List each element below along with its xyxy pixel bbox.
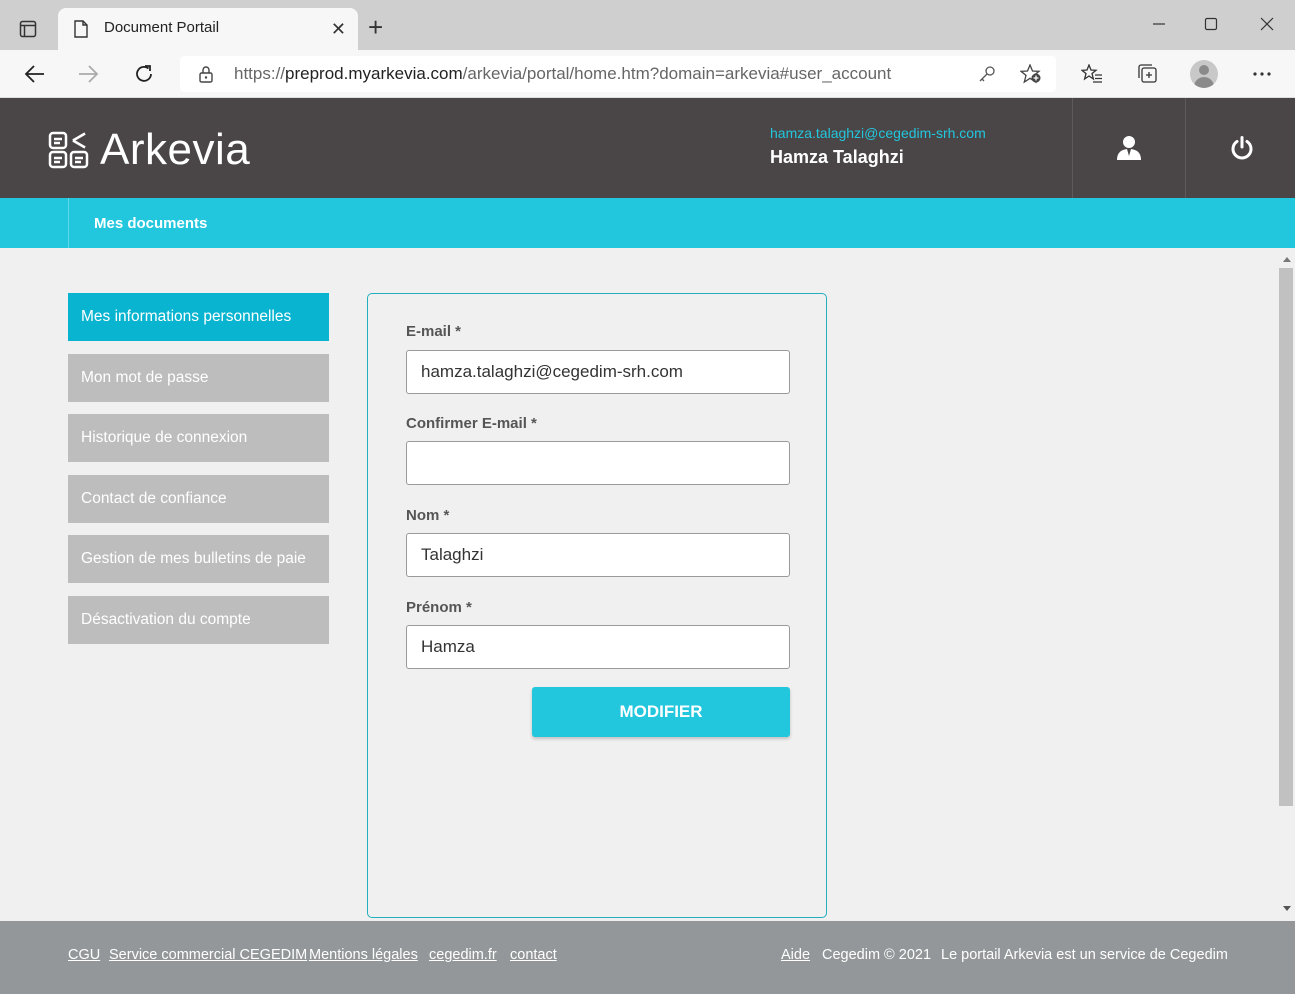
confirm-email-field[interactable]	[406, 441, 790, 485]
back-arrow-icon[interactable]	[19, 60, 49, 88]
add-favorite-icon[interactable]	[1019, 63, 1042, 89]
footer: CGU Service commercial CEGEDIM Mentions …	[0, 921, 1295, 994]
nav-item-mes-documents[interactable]: Mes documents	[94, 215, 207, 232]
email-field[interactable]	[406, 350, 790, 394]
power-icon	[1231, 136, 1253, 160]
sidebar-item-informations-personnelles[interactable]: Mes informations personnelles	[68, 293, 329, 341]
app-header: Arkevia hamza.talaghzi@cegedim-srh.com H…	[0, 98, 1295, 198]
collections-icon[interactable]	[1133, 60, 1163, 88]
browser-tab-bar: Document Portail ✕ +	[0, 0, 1295, 50]
footer-link-service-commercial[interactable]: Service commercial CEGEDIM	[109, 947, 307, 963]
nom-label: Nom *	[406, 507, 450, 524]
tab-title: Document Portail	[104, 19, 220, 36]
key-icon[interactable]	[978, 65, 996, 88]
prenom-field[interactable]	[406, 625, 790, 669]
lock-icon[interactable]	[198, 65, 214, 88]
sidebar-item-mot-de-passe[interactable]: Mon mot de passe	[68, 354, 329, 402]
logo-text: Arkevia	[100, 125, 251, 174]
main-navigation: Mes documents	[0, 198, 1295, 248]
new-tab-icon[interactable]: +	[368, 14, 383, 40]
profile-avatar-icon[interactable]	[1189, 60, 1219, 88]
scrollbar-thumb[interactable]	[1279, 268, 1293, 806]
user-account-button[interactable]	[1073, 98, 1185, 198]
user-icon	[1117, 136, 1141, 160]
confirm-email-label: Confirmer E-mail *	[406, 415, 537, 432]
footer-link-cegedim[interactable]: cegedim.fr	[429, 947, 497, 963]
logout-button[interactable]	[1186, 98, 1295, 198]
modifier-button[interactable]: MODIFIER	[532, 687, 790, 737]
arkevia-logo-icon	[48, 131, 89, 169]
sidebar-item-bulletins-de-paie[interactable]: Gestion de mes bulletins de paie	[68, 535, 329, 583]
tab-actions-icon[interactable]	[18, 19, 38, 39]
prenom-label: Prénom *	[406, 599, 472, 616]
footer-copyright: Cegedim © 2021	[822, 947, 932, 963]
tab-close-icon[interactable]: ✕	[331, 19, 346, 39]
url-field[interactable]: https://preprod.myarkevia.com/arkevia/po…	[180, 56, 1056, 92]
footer-link-aide[interactable]: Aide	[781, 947, 810, 963]
scroll-up-arrow-icon[interactable]	[1278, 252, 1295, 266]
footer-service-text: Le portail Arkevia est un service de Ceg…	[941, 947, 1228, 963]
footer-link-mentions-legales[interactable]: Mentions légales	[309, 947, 418, 963]
scroll-down-arrow-icon[interactable]	[1278, 902, 1295, 916]
email-label: E-mail *	[406, 323, 462, 340]
favorites-icon[interactable]	[1077, 60, 1107, 88]
footer-link-cgu[interactable]: CGU	[68, 947, 100, 963]
user-email: hamza.talaghzi@cegedim-srh.com	[770, 125, 986, 141]
sidebar-item-historique-connexion[interactable]: Historique de connexion	[68, 414, 329, 462]
user-account-form: E-mail * Confirmer E-mail * Nom * Prénom…	[367, 293, 827, 918]
refresh-icon[interactable]	[129, 60, 159, 88]
browser-tab[interactable]: Document Portail ✕	[58, 8, 358, 50]
footer-link-contact[interactable]: contact	[510, 947, 557, 963]
maximize-icon[interactable]	[1196, 12, 1226, 36]
sidebar-item-contact-confiance[interactable]: Contact de confiance	[68, 475, 329, 523]
arkevia-logo[interactable]: Arkevia	[48, 125, 250, 175]
document-icon	[74, 20, 88, 43]
user-name: Hamza Talaghzi	[770, 147, 904, 167]
nom-field[interactable]	[406, 533, 790, 577]
forward-arrow-icon[interactable]	[74, 60, 104, 88]
browser-address-bar: https://preprod.myarkevia.com/arkevia/po…	[0, 50, 1295, 98]
close-window-icon[interactable]	[1252, 12, 1282, 36]
nav-divider	[68, 198, 69, 248]
url-text: https://preprod.myarkevia.com/arkevia/po…	[234, 64, 892, 83]
sidebar-item-desactivation-compte[interactable]: Désactivation du compte	[68, 596, 329, 644]
more-menu-icon[interactable]	[1247, 60, 1277, 88]
minimize-icon[interactable]	[1144, 12, 1174, 36]
